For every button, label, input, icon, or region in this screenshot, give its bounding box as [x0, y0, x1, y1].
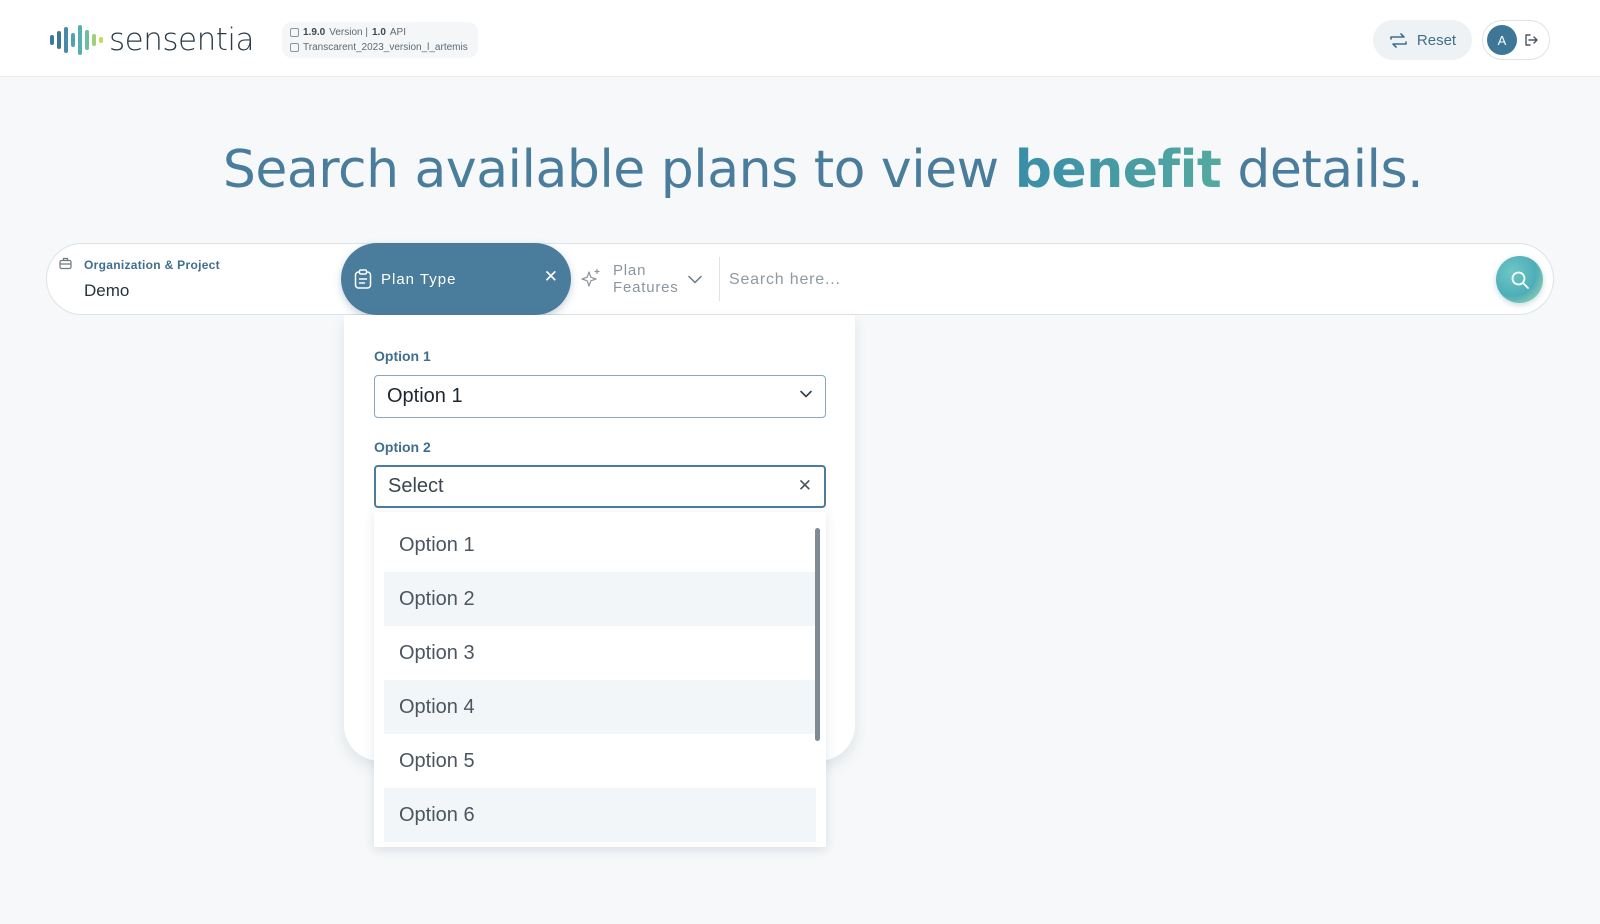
headline-highlight: benefit: [1014, 140, 1222, 200]
database-icon: [290, 43, 299, 52]
list-option[interactable]: Option 6: [384, 788, 816, 842]
search-button[interactable]: [1496, 256, 1543, 303]
clear-icon[interactable]: ✕: [798, 476, 812, 496]
chevron-down-icon: [688, 275, 702, 283]
version-number: 1.9.0: [303, 27, 326, 38]
plan-type-label: Plan Type: [381, 270, 457, 288]
briefcase-icon: [59, 257, 72, 270]
reset-button[interactable]: Reset: [1373, 20, 1472, 60]
search-icon: [1511, 271, 1529, 289]
clipboard-icon: [354, 269, 372, 289]
option2-placeholder: Select: [388, 475, 444, 497]
headline-start: Search available plans to view: [222, 140, 1015, 200]
api-label: API: [389, 27, 407, 38]
list-option[interactable]: Option 2: [384, 572, 816, 626]
close-icon[interactable]: ✕: [544, 268, 559, 285]
refresh-icon: [1390, 32, 1407, 48]
search-input[interactable]: [729, 266, 1429, 294]
option1-value: Option 1: [387, 385, 463, 407]
version-info: 1.9.0 Version | 1.0 API Transcarent_2023…: [282, 22, 478, 58]
org-label: Organization & Project: [84, 258, 220, 272]
option2-label: Option 2: [374, 439, 431, 455]
logout-icon[interactable]: [1524, 33, 1538, 47]
org-value: Demo: [84, 281, 130, 300]
option2-listbox: Option 1 Option 2 Option 3 Option 4 Opti…: [374, 512, 826, 847]
option1-label: Option 1: [374, 348, 431, 364]
plan-type-filter[interactable]: Plan Type ✕: [341, 243, 571, 315]
listbox-scrollbar[interactable]: [815, 528, 820, 741]
branch-icon: [290, 28, 299, 37]
plan-features-label: Plan Features: [613, 262, 679, 296]
version-label: Version |: [329, 27, 368, 38]
headline-end: details.: [1221, 140, 1424, 200]
brand-name: sensentia: [109, 22, 255, 58]
list-option[interactable]: Option 3: [384, 626, 816, 680]
list-option[interactable]: Option 1: [384, 518, 816, 572]
reset-label: Reset: [1416, 31, 1457, 49]
user-menu[interactable]: A: [1482, 20, 1550, 60]
sparkle-icon: [581, 268, 600, 287]
avatar[interactable]: A: [1487, 25, 1517, 55]
chevron-down-icon: [800, 390, 812, 398]
logo-mark-icon: [50, 24, 103, 56]
dataset-name: Transcarent_2023_version_l_artemis: [303, 42, 468, 53]
top-bar: sensentia 1.9.0 Version | 1.0 API Transc…: [0, 0, 1600, 77]
api-number: 1.0: [371, 27, 386, 38]
option1-select[interactable]: Option 1: [374, 375, 826, 418]
brand-logo[interactable]: sensentia: [50, 22, 255, 58]
option2-select[interactable]: Select ✕: [374, 465, 826, 508]
plan-features-filter[interactable]: Plan Features: [580, 262, 702, 296]
list-option[interactable]: Option 4: [384, 680, 816, 734]
search-divider: [719, 257, 720, 301]
page-headline: Search available plans to view benefit d…: [0, 140, 1600, 200]
list-option[interactable]: Option 5: [384, 734, 816, 788]
